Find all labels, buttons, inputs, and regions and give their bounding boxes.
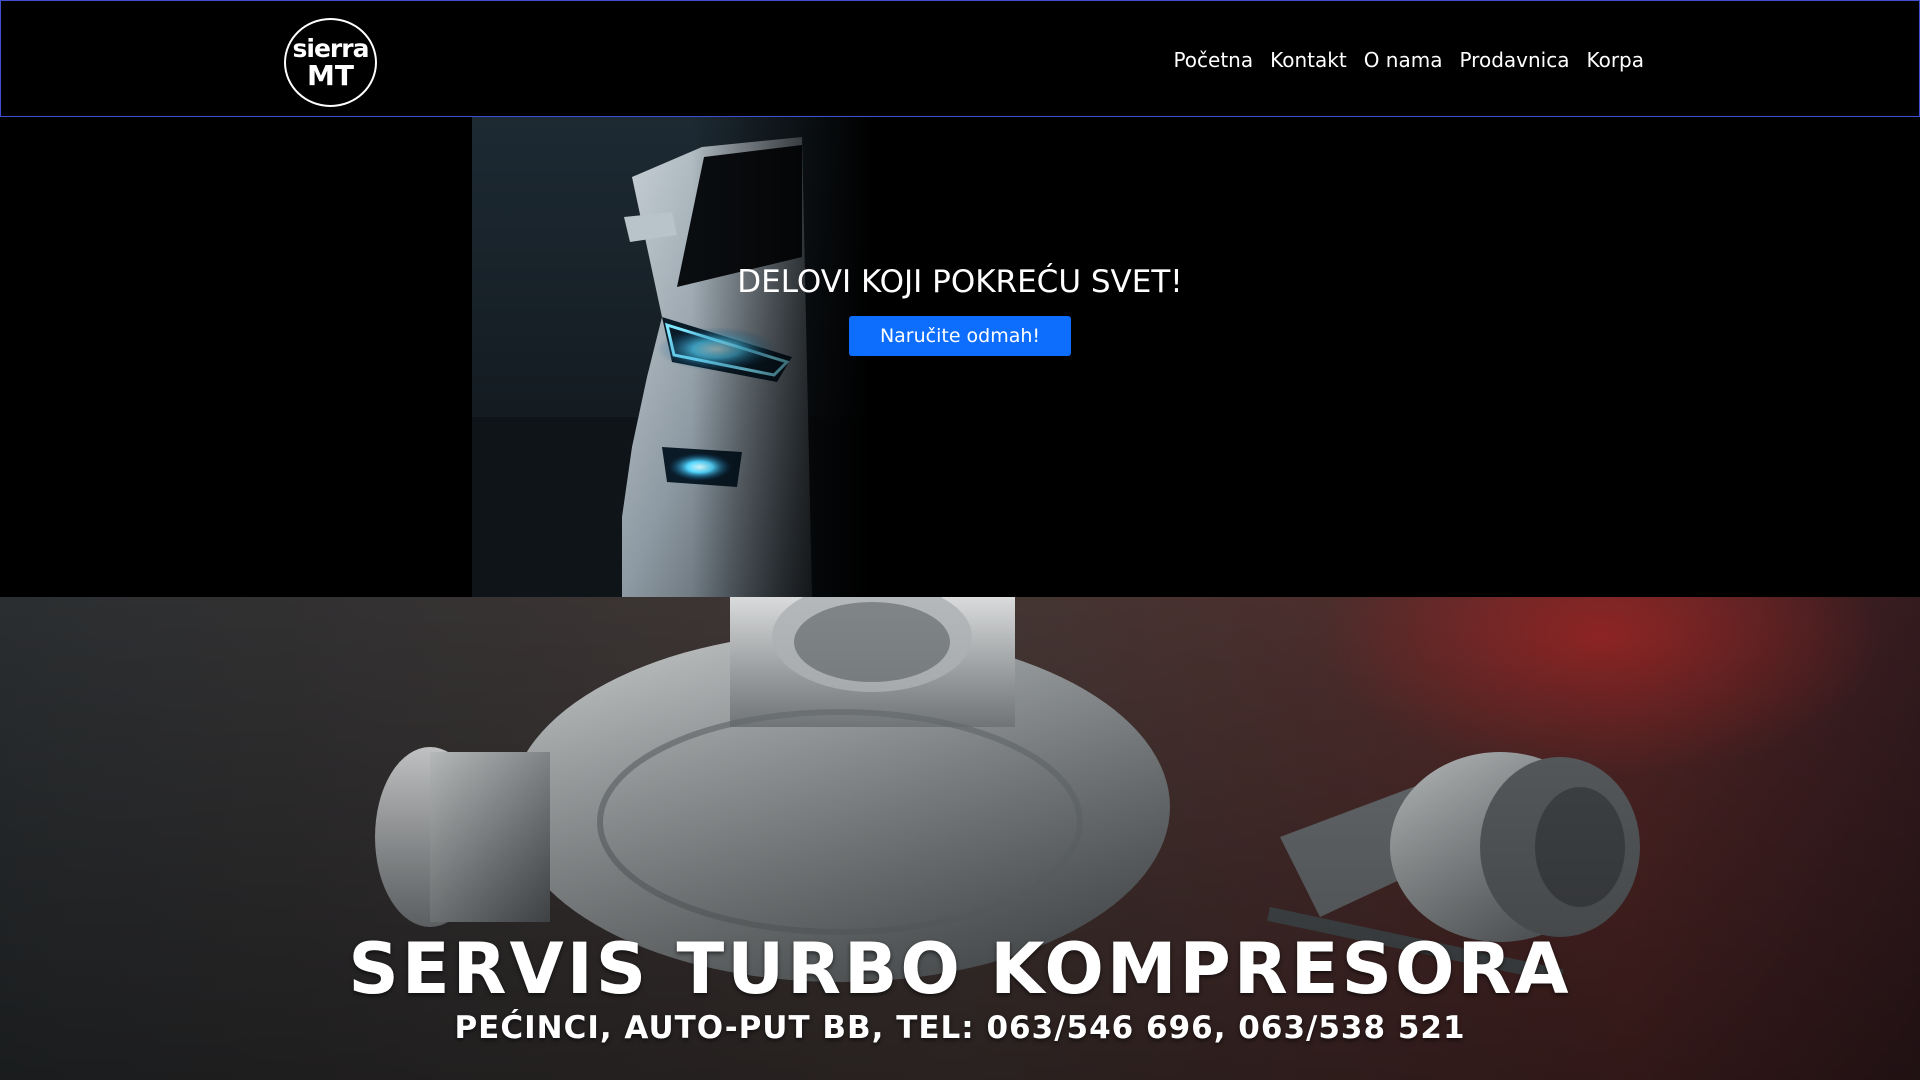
hero-section: DELOVI KOJI POKREĆU SVET! Naručite odmah… bbox=[0, 117, 1920, 597]
banner-contact-info: PEĆINCI, AUTO-PUT BB, TEL: 063/546 696, … bbox=[454, 1010, 1466, 1046]
hero-title: DELOVI KOJI POKREĆU SVET! bbox=[737, 264, 1183, 300]
logo[interactable]: sierra MT bbox=[284, 18, 377, 107]
nav-link-korpa[interactable]: Korpa bbox=[1586, 46, 1644, 74]
nav-link-o-nama[interactable]: O nama bbox=[1364, 46, 1443, 74]
banner-title: SERVIS TURBO KOMPRESORA bbox=[348, 928, 1572, 1010]
navbar: sierra MT Početna Kontakt O nama Prodavn… bbox=[0, 0, 1920, 117]
logo-text-bottom: MT bbox=[307, 59, 354, 92]
main-nav: Početna Kontakt O nama Prodavnica Korpa bbox=[1173, 46, 1644, 74]
car-headlights-image bbox=[472, 117, 872, 597]
nav-link-prodavnica[interactable]: Prodavnica bbox=[1459, 46, 1569, 74]
turbo-service-banner: SERVIS TURBO KOMPRESORA PEĆINCI, AUTO-PU… bbox=[0, 597, 1920, 1080]
nav-link-kontakt[interactable]: Kontakt bbox=[1270, 46, 1347, 74]
order-now-button[interactable]: Naručite odmah! bbox=[849, 316, 1071, 356]
logo-text-top: sierra bbox=[292, 34, 370, 63]
nav-link-pocetna[interactable]: Početna bbox=[1173, 46, 1253, 74]
